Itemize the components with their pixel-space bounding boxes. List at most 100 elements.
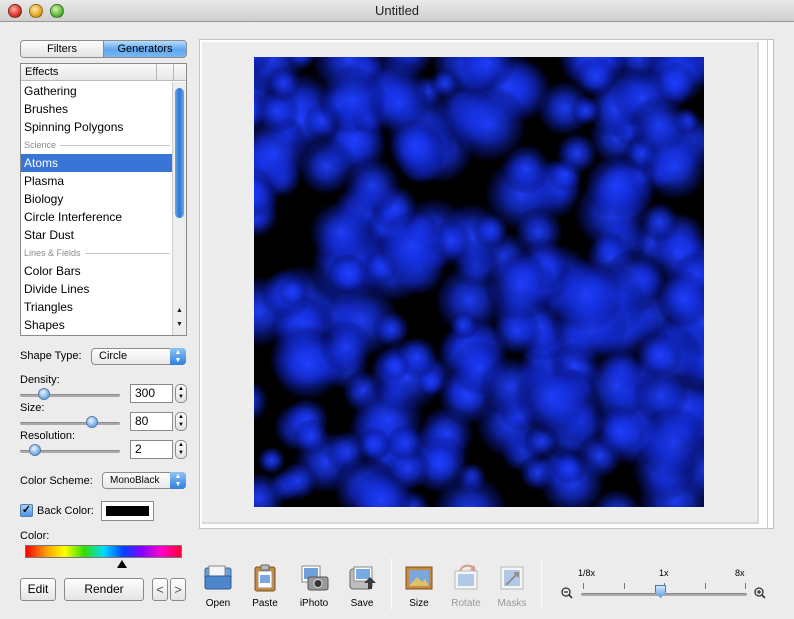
atom-blob bbox=[292, 418, 330, 456]
toolbar-label: Open bbox=[205, 598, 231, 609]
atom-blob bbox=[342, 156, 402, 216]
mode-segmented-control: Filters Generators bbox=[20, 40, 187, 58]
shape-type-popup[interactable]: Circle ▲ ▼ bbox=[91, 348, 186, 365]
rendered-image[interactable] bbox=[254, 57, 704, 507]
color-spectrum-bar[interactable] bbox=[25, 545, 182, 558]
toolbar-open-button[interactable]: Open bbox=[196, 563, 240, 609]
toolbar-size-button[interactable]: Size bbox=[397, 563, 441, 609]
title-bar: Untitled bbox=[0, 0, 794, 22]
list-item[interactable]: Divide Lines bbox=[21, 280, 174, 298]
toolbar-label: Size bbox=[409, 598, 429, 609]
resolution-stepper[interactable]: ▲ ▼ bbox=[175, 440, 187, 459]
atom-blob bbox=[551, 451, 586, 486]
scrollbar-thumb[interactable] bbox=[175, 88, 184, 218]
size-slider[interactable] bbox=[20, 422, 120, 425]
back-color-label: Back Color: bbox=[37, 505, 94, 517]
effects-scrollbar[interactable]: ▲ ▼ bbox=[172, 82, 186, 335]
shape-type-label: Shape Type: bbox=[20, 350, 82, 362]
density-field[interactable]: 300 bbox=[130, 384, 173, 403]
zoom-label-mid: 1x bbox=[659, 568, 669, 578]
atom-blob bbox=[376, 210, 449, 282]
back-color-swatch bbox=[106, 506, 149, 516]
scroll-down-arrow-icon[interactable]: ▼ bbox=[173, 320, 186, 330]
atom-blob bbox=[514, 359, 589, 434]
density-slider-knob[interactable] bbox=[37, 388, 50, 400]
zoom-in-icon[interactable] bbox=[754, 587, 766, 599]
toolbar-label: Save bbox=[350, 598, 374, 609]
toolbar-rotate-button[interactable]: Rotate bbox=[444, 563, 488, 609]
color-scheme-popup[interactable]: MonoBlack ▲ ▼ bbox=[102, 472, 186, 489]
list-item[interactable]: Star Dust bbox=[21, 226, 174, 244]
list-section-header: Lines & Fields bbox=[21, 244, 174, 262]
tab-filters[interactable]: Filters bbox=[21, 41, 103, 57]
atom-blob bbox=[319, 320, 373, 374]
toolbar-save-button[interactable]: Save bbox=[340, 563, 384, 609]
list-item[interactable]: Color Bars bbox=[21, 262, 174, 280]
list-item[interactable]: Plasma bbox=[21, 172, 174, 190]
size-icon bbox=[403, 563, 435, 593]
atom-blob bbox=[472, 212, 510, 249]
atom-blob bbox=[639, 201, 680, 242]
toolbar-iphoto-button[interactable]: iPhoto bbox=[292, 563, 336, 609]
color-label: Color: bbox=[20, 530, 50, 542]
list-item[interactable]: Gathering bbox=[21, 82, 174, 100]
render-button[interactable]: Render bbox=[64, 578, 144, 601]
atom-blob bbox=[570, 95, 602, 126]
section-label: Science bbox=[24, 140, 57, 150]
list-item[interactable]: Brushes bbox=[21, 100, 174, 118]
size-field[interactable]: 80 bbox=[130, 412, 173, 431]
resolution-slider-knob[interactable] bbox=[28, 444, 41, 456]
toolbar-paste-button[interactable]: Paste bbox=[243, 563, 287, 609]
atom-blob bbox=[356, 427, 391, 462]
atom-blob bbox=[448, 310, 479, 340]
list-item[interactable]: Shapes bbox=[21, 316, 174, 334]
tab-generators[interactable]: Generators bbox=[103, 41, 186, 57]
toolbar-separator bbox=[391, 558, 392, 610]
density-stepper[interactable]: ▲ ▼ bbox=[175, 384, 187, 403]
edit-button[interactable]: Edit bbox=[20, 578, 56, 601]
next-button[interactable]: > bbox=[170, 578, 186, 601]
popup-arrows-icon: ▲ ▼ bbox=[170, 472, 186, 489]
iphoto-icon bbox=[298, 563, 330, 593]
list-item[interactable]: Spinning Polygons bbox=[21, 118, 174, 136]
toolbar-separator bbox=[541, 558, 542, 610]
atom-blob bbox=[575, 57, 618, 98]
density-slider[interactable] bbox=[20, 394, 120, 397]
header-divider bbox=[156, 64, 157, 80]
back-color-well[interactable] bbox=[101, 501, 154, 521]
size-label: Size: bbox=[20, 402, 45, 414]
section-divider bbox=[60, 144, 170, 146]
toolbar-label: Masks bbox=[497, 598, 527, 609]
toolbar-label: iPhoto bbox=[299, 598, 329, 609]
hue-marker-icon[interactable] bbox=[117, 560, 128, 568]
back-color-checkbox[interactable]: ✓ bbox=[20, 504, 33, 517]
toolbar-masks-button[interactable]: Masks bbox=[490, 563, 534, 609]
zoom-label-max: 8x bbox=[735, 568, 745, 578]
rotate-icon bbox=[450, 563, 482, 593]
list-section-header: Science bbox=[21, 136, 174, 154]
atom-blob bbox=[653, 61, 696, 105]
canvas-divider bbox=[767, 39, 768, 529]
list-item[interactable]: Circle Interference bbox=[21, 208, 174, 226]
density-label: Density: bbox=[20, 374, 60, 386]
size-stepper[interactable]: ▲ ▼ bbox=[175, 412, 187, 431]
list-item[interactable]: Atoms bbox=[21, 154, 174, 172]
zoom-slider-knob[interactable] bbox=[655, 585, 666, 598]
effects-list[interactable]: Effects Gathering Brushes Spinning Polygon… bbox=[20, 63, 187, 336]
previous-button[interactable]: < bbox=[152, 578, 168, 601]
zoom-tick bbox=[583, 583, 584, 589]
resolution-field[interactable]: 2 bbox=[130, 440, 173, 459]
list-item[interactable]: Triangles bbox=[21, 298, 174, 316]
atom-blob bbox=[317, 64, 387, 135]
size-slider-knob[interactable] bbox=[86, 416, 98, 428]
zoom-out-icon[interactable] bbox=[561, 587, 573, 599]
atom-blob bbox=[629, 95, 689, 155]
window-title: Untitled bbox=[374, 3, 420, 18]
scroll-up-arrow-icon[interactable]: ▲ bbox=[173, 306, 186, 316]
atom-blob bbox=[449, 84, 529, 164]
effects-header-label: Effects bbox=[25, 66, 59, 78]
list-item[interactable]: Biology bbox=[21, 190, 174, 208]
effects-list-header[interactable]: Effects bbox=[21, 64, 186, 81]
header-divider bbox=[173, 64, 174, 80]
save-icon bbox=[346, 563, 378, 593]
